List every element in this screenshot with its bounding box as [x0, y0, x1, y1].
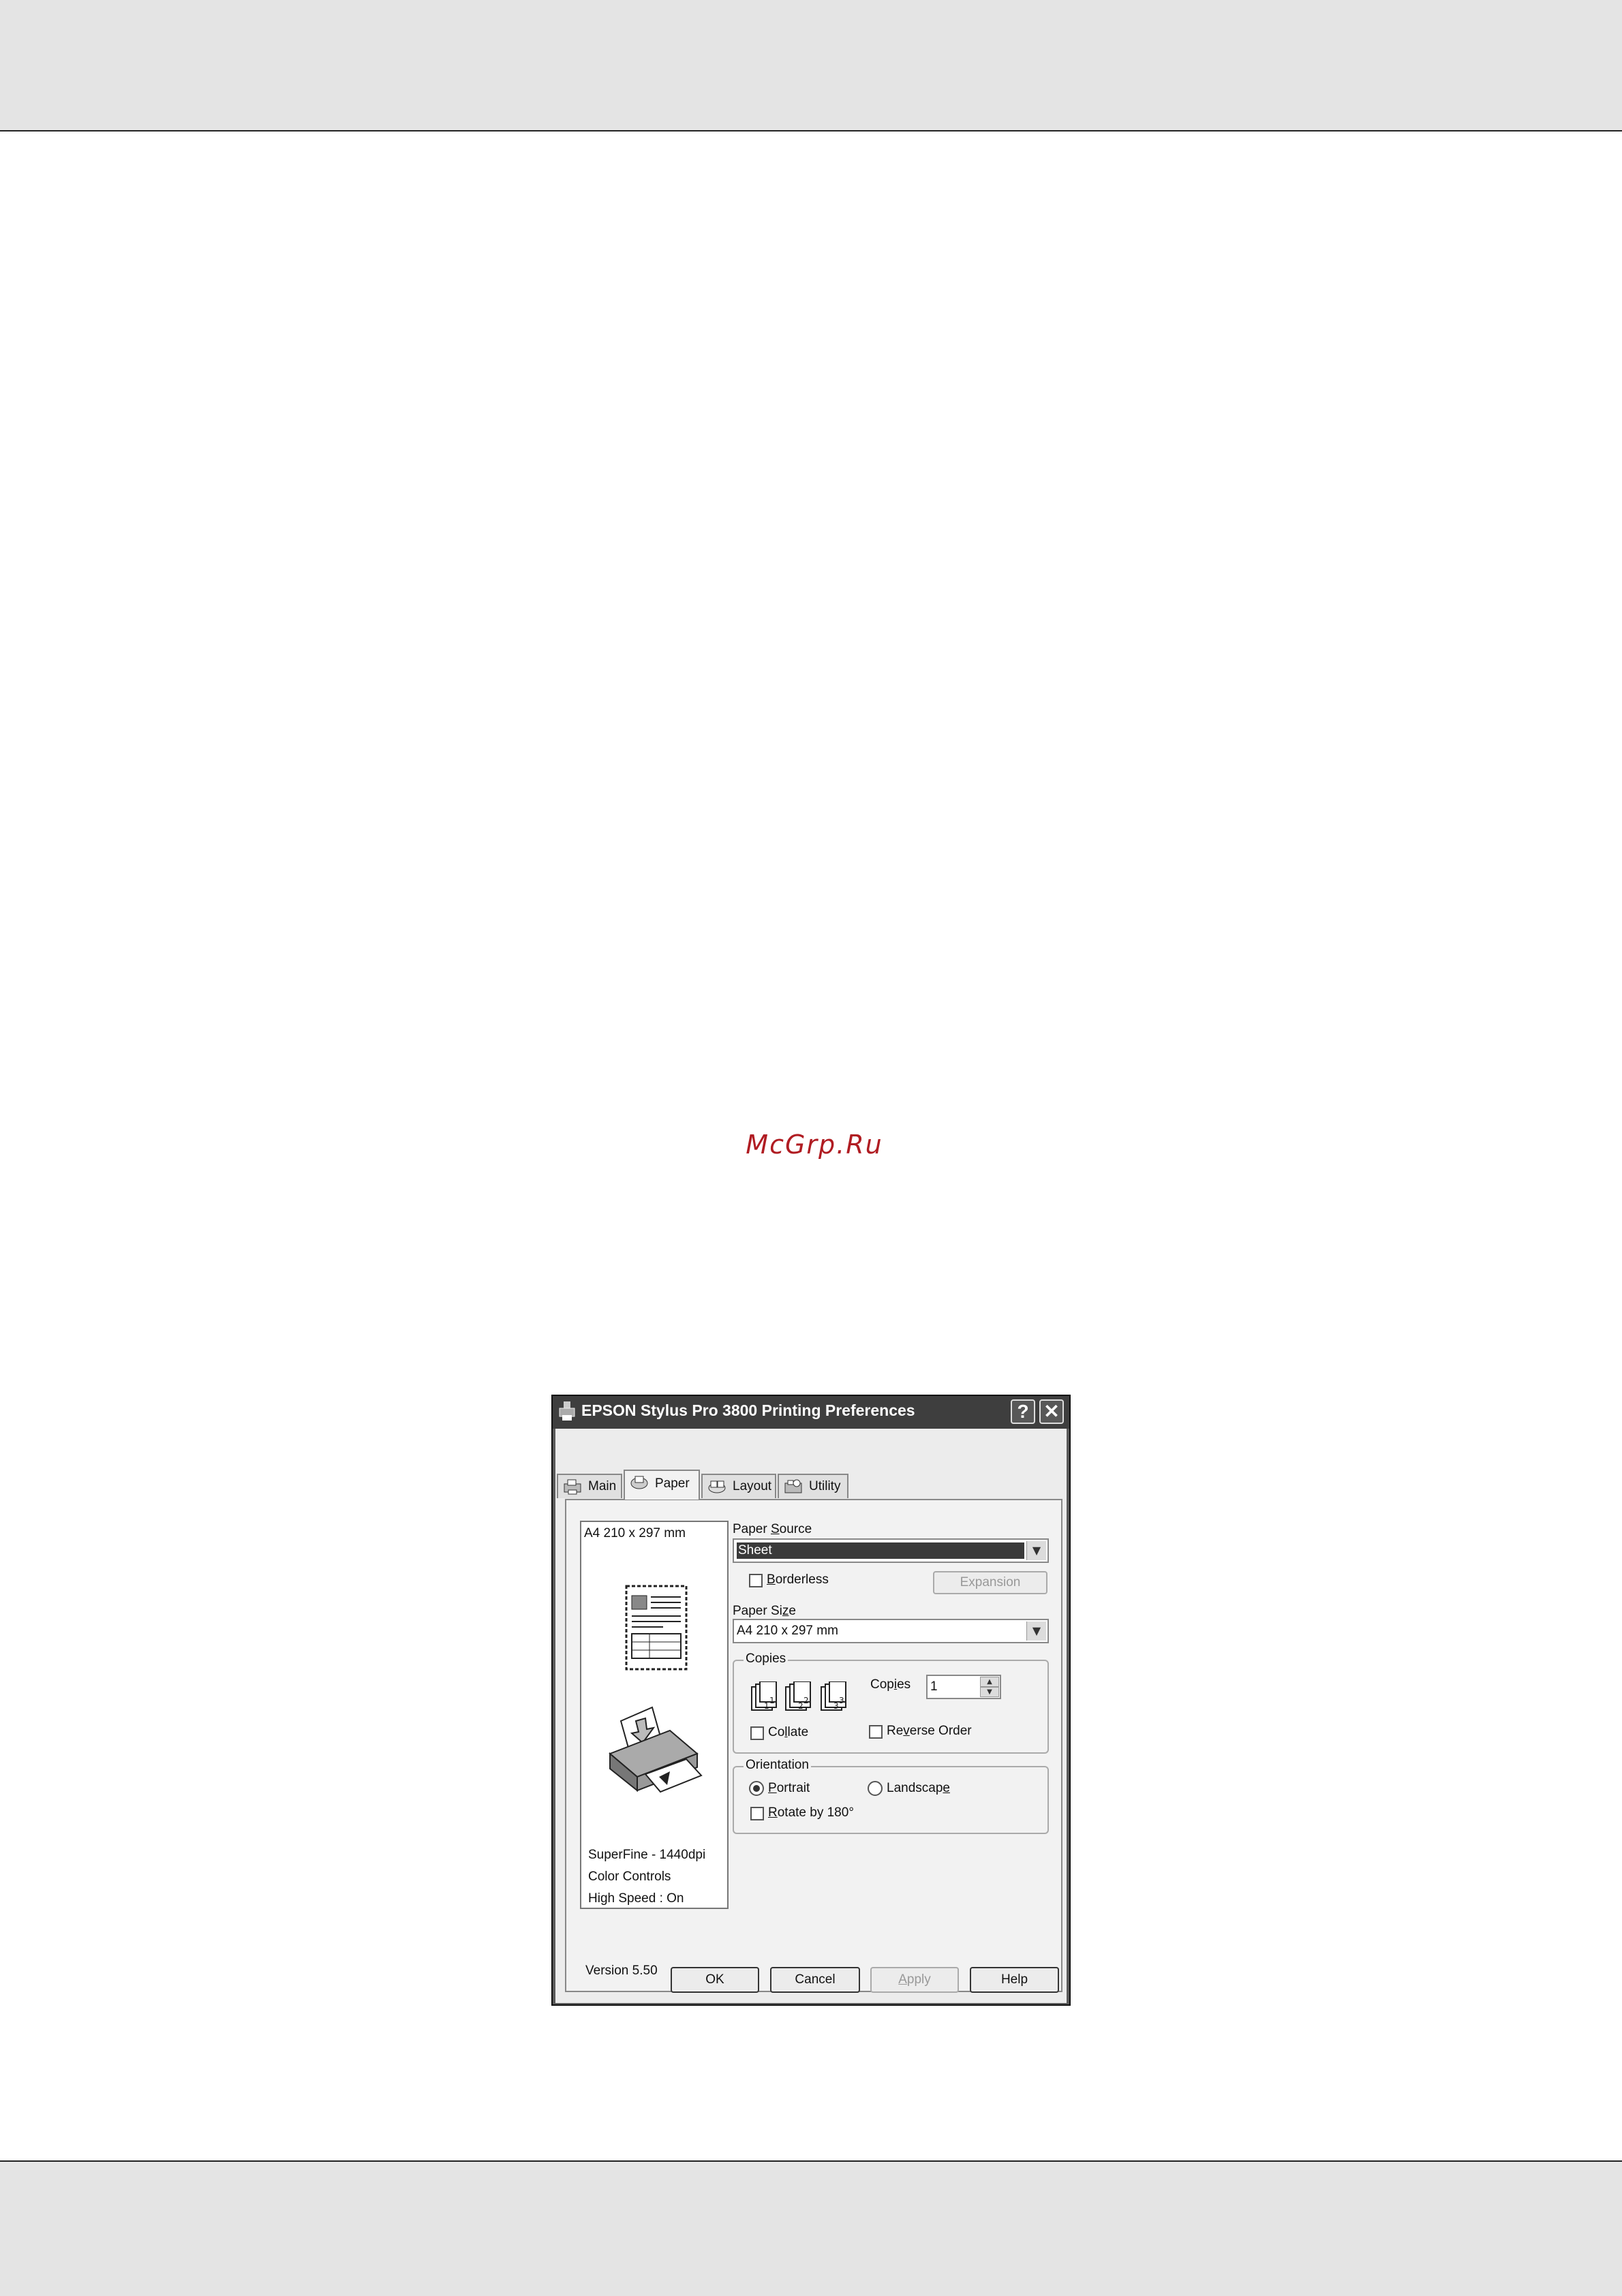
paper-source-label: Paper Source [733, 1522, 812, 1536]
version-label: Version 5.50 [585, 1964, 658, 1978]
landscape-radio[interactable] [868, 1781, 883, 1796]
copies-group-title: Copies [744, 1651, 789, 1666]
printer-icon [557, 1400, 580, 1423]
paper-size-label: Paper Size [733, 1604, 796, 1618]
paper-tab-panel: A4 210 x 297 mm SuperFine - 1440dpi Colo… [565, 1499, 1062, 1992]
tab-main-label: Main [588, 1479, 617, 1493]
copies-value: 1 [930, 1679, 938, 1694]
orientation-group-title: Orientation [744, 1758, 811, 1773]
tab-paper[interactable]: Paper [624, 1470, 700, 1500]
printer-preview-icon [605, 1701, 707, 1805]
borderless-label: Borderless [767, 1572, 829, 1587]
expansion-button[interactable]: Expansion [933, 1571, 1047, 1594]
apply-button[interactable]: Apply [870, 1967, 959, 1993]
landscape-label: Landscape [887, 1781, 950, 1795]
rotate-180-checkbox[interactable] [750, 1807, 764, 1820]
portrait-label: Portrait [768, 1781, 810, 1795]
page-header-band [0, 0, 1622, 131]
rotate-180-label: Rotate by 180° [768, 1805, 854, 1820]
collate-label: Collate [768, 1725, 809, 1739]
tab-layout[interactable]: Layout [701, 1474, 776, 1498]
paper-size-dropdown[interactable]: A4 210 x 297 mm ▼ [733, 1619, 1049, 1643]
chevron-down-icon[interactable]: ▼ [1026, 1622, 1046, 1641]
title-bar[interactable]: EPSON Stylus Pro 3800 Printing Preferenc… [553, 1396, 1069, 1429]
collate-pages-icon: 11 22 33 [746, 1681, 855, 1716]
chevron-up-icon[interactable]: ▲ [980, 1677, 999, 1687]
collate-checkbox[interactable] [750, 1726, 764, 1740]
paper-size-value: A4 210 x 297 mm [737, 1624, 838, 1638]
radio-selected-dot [753, 1785, 760, 1792]
svg-text:1: 1 [769, 1696, 775, 1705]
preview-info-line-3: High Speed : On [588, 1891, 684, 1906]
svg-text:3: 3 [839, 1696, 844, 1705]
svg-text:1: 1 [764, 1701, 769, 1711]
preview-info-line-1: SuperFine - 1440dpi [588, 1848, 706, 1862]
portrait-radio[interactable] [749, 1781, 764, 1796]
watermark-text: McGrp.Ru [746, 1130, 883, 1160]
paper-source-value: Sheet [737, 1542, 1024, 1559]
utility-tab-icon [783, 1478, 804, 1495]
ok-button[interactable]: OK [671, 1967, 759, 1993]
page-footer-band [0, 2160, 1622, 2296]
tab-utility-label: Utility [809, 1479, 841, 1493]
tab-paper-label: Paper [655, 1476, 690, 1491]
reverse-order-label: Reverse Order [887, 1724, 972, 1738]
orientation-group: Orientation Portrait Landscape Rotate by… [733, 1758, 1049, 1834]
help-title-button[interactable]: ? [1011, 1399, 1035, 1424]
tab-main[interactable]: Main [557, 1474, 622, 1498]
svg-text:3: 3 [833, 1701, 839, 1711]
window-title: EPSON Stylus Pro 3800 Printing Preferenc… [581, 1401, 915, 1419]
chevron-down-icon[interactable]: ▼ [980, 1687, 999, 1697]
print-preview-pane: A4 210 x 297 mm SuperFine - 1440dpi Colo… [580, 1521, 729, 1909]
copies-group: Copies 11 22 33 Copies 1 ▲ ▼ Collate Rev… [733, 1651, 1049, 1754]
svg-text:2: 2 [804, 1696, 809, 1705]
main-tab-icon [562, 1478, 583, 1495]
tab-layout-label: Layout [733, 1479, 772, 1493]
reverse-order-checkbox[interactable] [869, 1725, 883, 1739]
printing-preferences-window: EPSON Stylus Pro 3800 Printing Preferenc… [551, 1395, 1071, 2006]
preview-paper-label: A4 210 x 297 mm [584, 1526, 686, 1540]
preview-info-line-2: Color Controls [588, 1870, 671, 1884]
copies-label: Copies [870, 1677, 911, 1692]
copies-stepper[interactable]: 1 ▲ ▼ [926, 1675, 1001, 1699]
dialog-client-area: Main Paper Layout Utility A4 210 x 297 m… [555, 1429, 1067, 2003]
layout-tab-icon [707, 1478, 727, 1495]
paper-tab-icon [629, 1474, 649, 1491]
document-preview-icon [622, 1582, 690, 1676]
close-button[interactable]: ✕ [1039, 1399, 1064, 1424]
help-button[interactable]: Help [970, 1967, 1059, 1993]
svg-text:2: 2 [798, 1701, 804, 1711]
borderless-checkbox[interactable] [749, 1574, 763, 1587]
cancel-button[interactable]: Cancel [770, 1967, 860, 1993]
tab-utility[interactable]: Utility [778, 1474, 848, 1498]
paper-source-dropdown[interactable]: Sheet ▼ [733, 1538, 1049, 1563]
chevron-down-icon[interactable]: ▼ [1026, 1541, 1046, 1560]
